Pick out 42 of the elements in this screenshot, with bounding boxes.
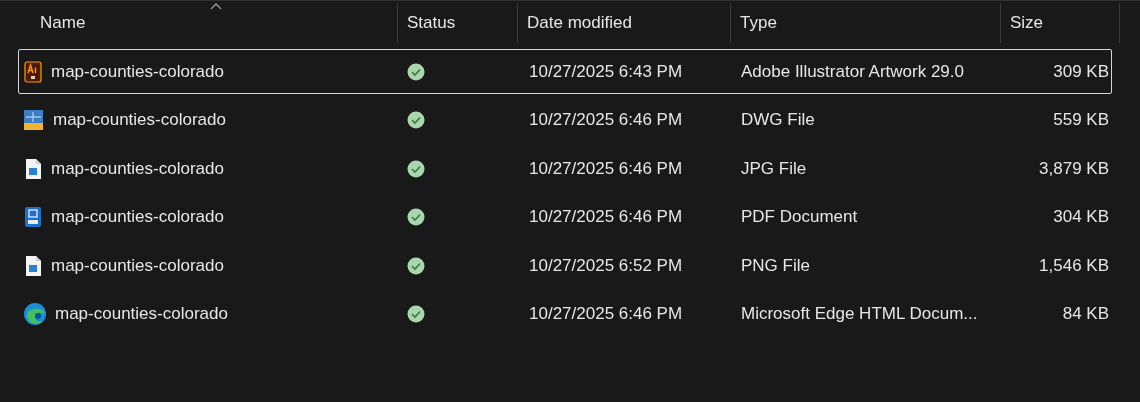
file-size: 559 KB bbox=[1053, 110, 1109, 129]
file-type: DWG File bbox=[741, 110, 815, 129]
file-row[interactable]: map-counties-colorado 10/27/2025 6:52 PM PNG File 1,546 KB bbox=[18, 243, 1112, 288]
column-header[interactable]: Size bbox=[1010, 13, 1044, 33]
file-row[interactable]: map-counties-colorado 10/27/2025 6:46 PM DWG File 559 KB bbox=[18, 97, 1112, 143]
file-name: map-counties-colorado bbox=[53, 110, 226, 130]
column-header[interactable]: Name bbox=[40, 13, 86, 33]
file-row[interactable]: map-counties-colorado 10/27/2025 6:46 PM PDF Document 304 KB bbox=[18, 194, 1112, 240]
file-name: map-counties-colorado bbox=[51, 207, 224, 227]
column-header[interactable]: Date modified bbox=[527, 13, 632, 33]
file-type: Microsoft Edge HTML Docum... bbox=[741, 304, 978, 323]
file-name: map-counties-colorado bbox=[55, 304, 228, 324]
file-name: map-counties-colorado bbox=[51, 158, 224, 179]
sort-caret-icon bbox=[209, 3, 222, 10]
file-size: 304 KB bbox=[1053, 207, 1109, 226]
file-size: 309 KB bbox=[1053, 61, 1109, 81]
column-header[interactable]: Status bbox=[407, 13, 456, 33]
image-file-icon bbox=[23, 254, 43, 277]
file-type: Adobe Illustrator Artwork 29.0 bbox=[741, 61, 964, 81]
file-name: map-counties-colorado bbox=[51, 61, 224, 82]
column-header[interactable]: Type bbox=[740, 13, 777, 33]
image-file-icon bbox=[23, 157, 43, 180]
file-name: map-counties-colorado bbox=[51, 255, 224, 276]
file-type: JPG File bbox=[741, 158, 807, 178]
date-modified: 10/27/2025 6:52 PM bbox=[529, 255, 683, 275]
date-modified: 10/27/2025 6:46 PM bbox=[529, 304, 683, 323]
file-row[interactable]: map-counties-colorado 10/27/2025 6:43 PM Adobe Illustrator Artwork 29.0 309 KB bbox=[18, 49, 1112, 94]
file-row[interactable]: map-counties-colorado 10/27/2025 6:46 PM JPG File 3,879 KB bbox=[18, 146, 1112, 191]
file-type: PDF Document bbox=[741, 207, 858, 226]
edge-browser-icon bbox=[23, 302, 47, 326]
date-modified: 10/27/2025 6:46 PM bbox=[529, 158, 683, 178]
file-size: 3,879 KB bbox=[1039, 158, 1109, 178]
file-row[interactable]: map-counties-colorado 10/27/2025 6:46 PM Microsoft Edge HTML Docum... 84 KB bbox=[18, 291, 1112, 337]
date-modified: 10/27/2025 6:43 PM bbox=[529, 61, 683, 81]
file-size: 1,546 KB bbox=[1039, 255, 1109, 275]
date-modified: 10/27/2025 6:46 PM bbox=[529, 207, 683, 226]
illustrator-file-icon bbox=[23, 60, 43, 83]
file-type: PNG File bbox=[741, 255, 810, 275]
date-modified: 10/27/2025 6:46 PM bbox=[529, 110, 683, 129]
file-size: 84 KB bbox=[1062, 304, 1109, 323]
dwg-file-icon bbox=[23, 109, 45, 131]
pdf-file-icon bbox=[23, 206, 43, 228]
